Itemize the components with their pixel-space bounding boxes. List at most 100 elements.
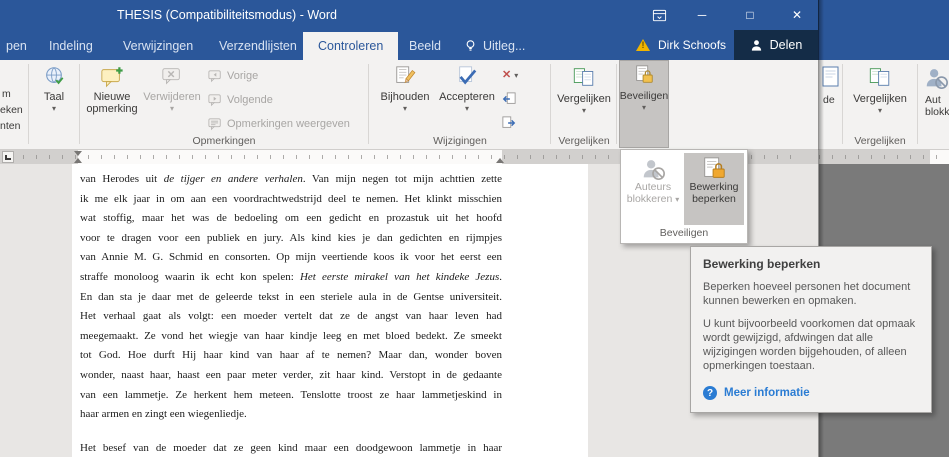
line-segment-italic: de tijger en andere verhalen [163,173,303,185]
chevron-down-icon: ▾ [51,104,56,113]
chevron-down-icon: ▾ [877,106,882,115]
word-window: de Vergelijken ▾ Aut blokk Vergelijken T… [0,0,949,457]
tab-partial[interactable]: pen [0,32,33,60]
tab-verwijzingen[interactable]: Verwijzingen [112,32,204,60]
line-segment: . Van mijn negen tot mijn achttien zette [302,173,502,185]
chevron-down-icon: ▾ [581,106,586,115]
window-title: THESIS (Compatibiliteitsmodus) - Word [117,8,337,22]
group-divider [550,64,551,144]
group-divider [917,64,918,144]
tab-verzendlijsten[interactable]: Verzendlijsten [208,32,308,60]
button-label: Bijhouden [380,91,430,103]
document-line[interactable]: van een lammetje. Ze herkent hem meteen.… [80,386,502,406]
group-label-vergelijken: Vergelijken [558,135,610,147]
person-icon [751,39,761,51]
warning-icon: ! [636,38,651,52]
menu-item-label-line2: blokkeren ▾ [626,192,680,205]
document-line[interactable]: wat stoffig, maar het was de bedoeling o… [80,209,502,229]
tell-me-label: Uitleg... [483,39,526,53]
bewerking-beperken-menu-item[interactable]: Bewerking beperken [684,153,744,225]
document-page[interactable]: van Herodes uit de tijger en andere verh… [72,164,588,457]
minimize-icon: ─ [697,8,707,22]
line-segment: wonder, naast haar, haast een paar meter… [80,368,502,381]
button-label: Taal [43,91,65,103]
document-icon [822,66,839,87]
group-divider [79,64,80,144]
auteurs-blokkeren-menu-item: Auteurs blokkeren ▾ [624,153,682,225]
track-changes-icon [396,66,416,84]
tab-controleren[interactable]: Controleren [303,32,399,60]
maximize-button[interactable]: □ [732,0,768,30]
beveiligen-button[interactable]: Beveiligen ▾ [619,60,669,148]
document-line[interactable]: voor te dragen voor een publiek en jury.… [80,229,502,249]
tab-indeling[interactable]: Indeling [38,32,104,60]
document-line[interactable]: tot God. Hoe durft Hij haar kind van haa… [80,346,502,366]
weigeren-button[interactable]: ✕ ▾ [502,65,518,85]
left-tab-icon [5,154,11,160]
accept-change-icon [459,66,477,85]
volgende-wijziging-button[interactable] [502,113,516,133]
share-button[interactable]: Delen [734,30,818,60]
group-divider [28,64,29,144]
menu-group-label-beveiligen: Beveiligen [659,227,709,239]
group-divider [842,64,843,144]
left-indent-marker[interactable] [74,158,82,163]
line-segment: van Herodes uit [80,173,164,185]
vergelijken-button[interactable]: Vergelijken ▾ [554,62,614,146]
reject-change-icon: ✕ [502,68,512,81]
block-authors-icon [643,160,665,181]
verwijderen-button: Verwijderen ▾ [142,62,202,146]
document-line[interactable]: En dan sta je daar met de geleerde tekst… [80,288,502,308]
background-window-ribbon: de Vergelijken ▾ Aut blokk Vergelijken [819,60,949,150]
bg-partial-button-label-line1[interactable]: Aut [925,94,941,106]
first-line-indent-marker[interactable] [74,151,82,156]
chevron-down-icon: ▾ [402,104,407,113]
document-line[interactable]: Het verhaal gaat als volgt: een moeder v… [80,307,502,327]
bewerking-beperken-tooltip: Bewerking beperken Beperken hoeveel pers… [690,246,932,413]
previous-change-icon [502,92,516,104]
document-line[interactable]: straffe monoloog waarin ik echt kon spel… [80,268,502,288]
document-line[interactable]: ik me elk jaar in om aan een voordrachtw… [80,190,502,210]
bg-partial-button-label[interactable]: de [823,94,835,106]
bijhouden-button[interactable]: Bijhouden ▾ [376,62,434,146]
meer-informatie-link[interactable]: ? Meer informatie [703,386,919,400]
tooltip-body-1: Beperken hoeveel personen het document k… [703,281,911,307]
document-line[interactable]: van Herodes uit de tijger en andere verh… [80,170,502,190]
share-label: Delen [769,38,803,52]
vorige-button: Vorige [208,66,258,86]
line-segment: Het verhaal gaat als volgt: een moeder v… [80,310,502,323]
compare-documents-icon [573,68,594,86]
account-button[interactable]: ! Dirk Schoofs [636,30,726,60]
taal-button[interactable]: Taal ▾ [32,62,76,146]
help-question-icon: ? [703,386,717,400]
document-line[interactable]: meegemaakt. Ze vond het wiegje van haar … [80,327,502,347]
tab-beeld[interactable]: Beeld [398,32,452,60]
chevron-down-icon: ▾ [514,70,519,80]
document-line[interactable]: Het besef van de moeder dat ze geen kind… [80,439,502,457]
tell-me-tab[interactable]: Uitleg... [453,32,536,60]
ribbon-display-options-button[interactable] [641,0,677,30]
line-segment: En dan sta je daar met de geleerde tekst… [80,290,502,303]
vorige-wijziging-button[interactable] [502,89,516,109]
button-label-line2: opmerking [86,103,138,115]
compare-documents-icon [869,68,890,86]
button-label-line1: Nieuwe [93,91,131,103]
document-line[interactable]: van Annie M. G. Schmid en consorten. Op … [80,248,502,268]
tab-stop-selector[interactable] [2,151,14,163]
document-line[interactable]: haar armen en zingt een wiegenliedje. [80,405,502,425]
background-window-titlebar[interactable] [818,0,949,60]
bg-vergelijken-button[interactable]: Vergelijken ▾ [847,62,913,146]
minimize-button[interactable]: ─ [684,0,720,30]
chevron-down-icon: ▾ [464,104,469,113]
line-segment: haar armen en zingt een wiegenliedje. [80,408,247,421]
beveiligen-dropdown-menu: Auteurs blokkeren ▾ Bewerking beperken B… [620,149,748,244]
close-button[interactable]: ✕ [776,0,818,30]
accepteren-button[interactable]: Accepteren ▾ [438,62,496,146]
button-label: Volgende [227,94,273,106]
document-line[interactable]: wonder, naast haar, haast een paar meter… [80,366,502,386]
right-indent-marker[interactable] [496,158,504,163]
ribbon-fragment: nten [0,120,21,132]
lightbulb-icon [466,40,475,51]
nieuwe-opmerking-button[interactable]: Nieuwe opmerking [84,62,140,146]
group-label-opmerkingen: Opmerkingen [192,135,256,147]
